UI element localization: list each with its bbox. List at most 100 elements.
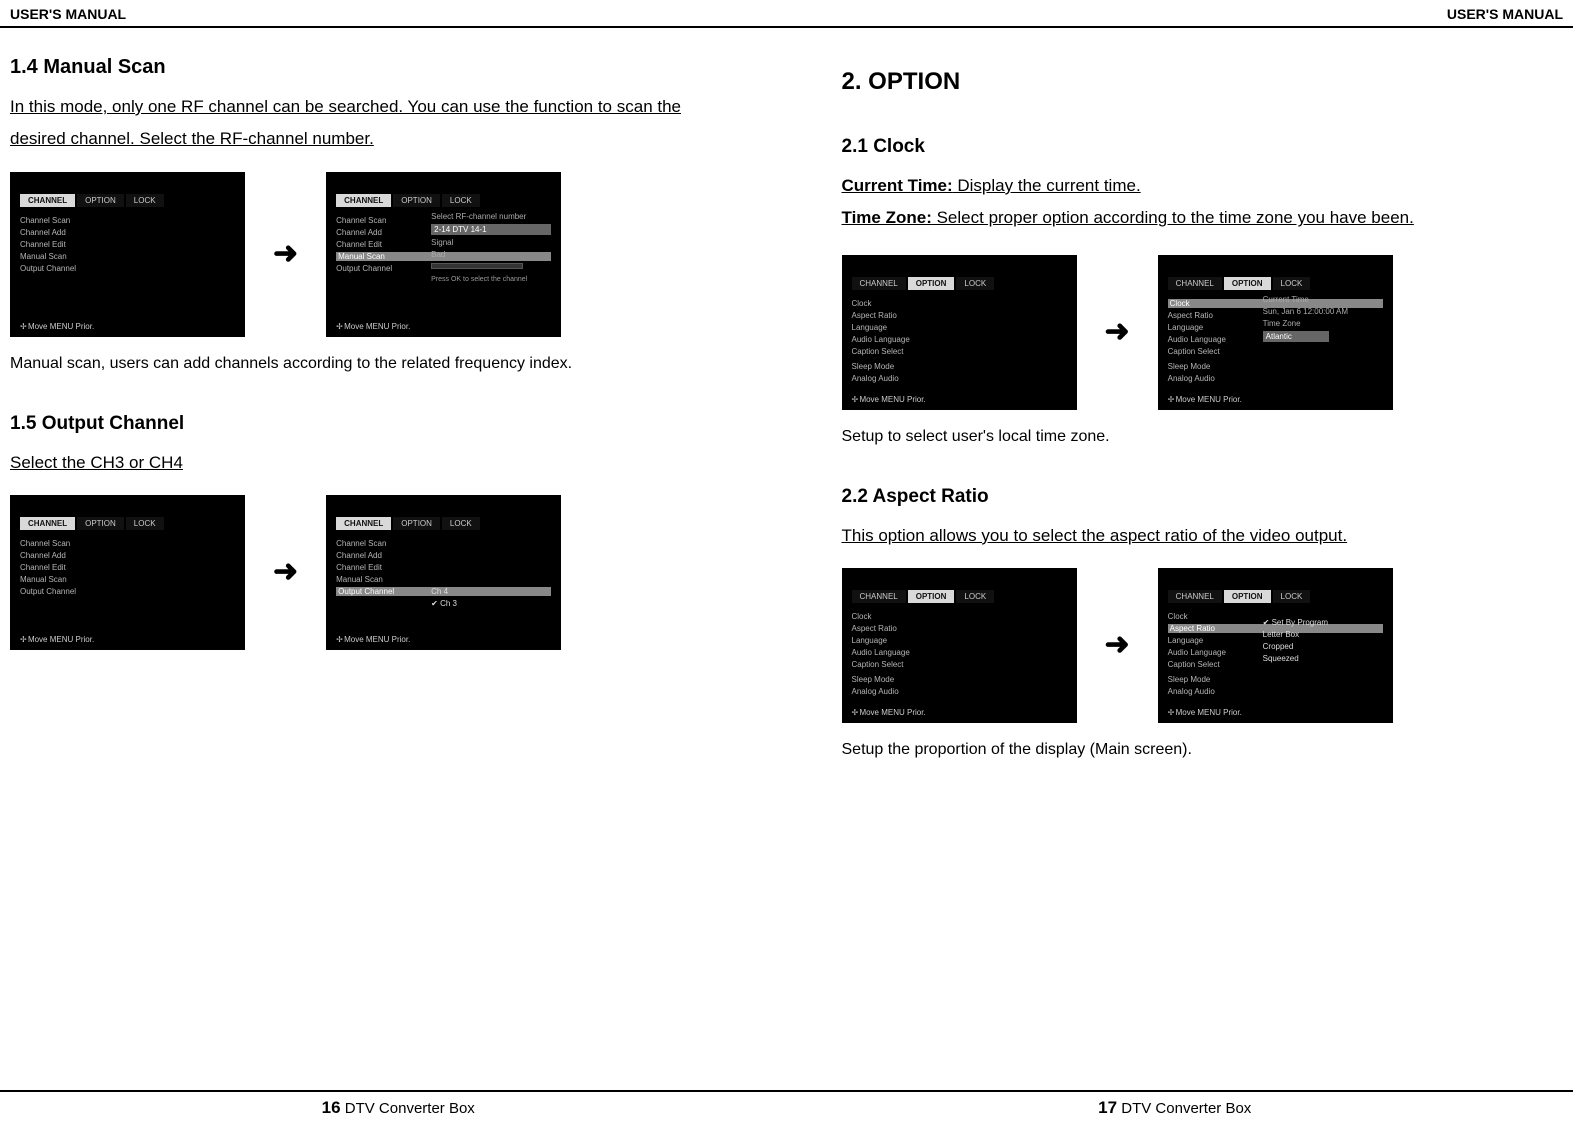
menu-item: Analog Audio <box>852 374 1067 383</box>
menu-item: Channel Edit <box>20 240 235 249</box>
heading-1-5: 1.5 Output Channel <box>10 413 732 435</box>
tab-channel: CHANNEL <box>20 194 75 207</box>
osd-body: Clock Aspect Ratio Language Audio Langua… <box>1168 608 1383 701</box>
menu-item: Channel Edit <box>336 563 551 572</box>
left-column: 1.4 Manual Scan In this mode, only one R… <box>10 38 732 769</box>
subpanel-hint: Press OK to select the channel <box>431 276 551 284</box>
arrow-right-icon: ➜ <box>1105 317 1130 347</box>
menu-item: Output Channel <box>20 264 235 273</box>
def-text: Select proper option according to the ti… <box>932 208 1414 227</box>
osd-body: Channel Scan Channel Add Channel Edit Ma… <box>336 535 551 628</box>
option-set-by-program: ✔ Set By Program <box>1263 618 1383 627</box>
tab-option: OPTION <box>77 517 124 530</box>
osd-footer: ✢ Move MENU Prior. <box>336 635 410 644</box>
def-text: Display the current time. <box>953 176 1141 195</box>
tab-option: OPTION <box>77 194 124 207</box>
nav-arrows-icon: ✢ <box>336 635 342 644</box>
row-tz-label: Time Zone <box>1263 319 1383 328</box>
option-letterbox: Letter Box <box>1263 630 1383 639</box>
menu-item: Audio Language <box>852 335 1067 344</box>
menu-item: Clock <box>852 612 1067 621</box>
signal-bad: Bad <box>431 250 551 259</box>
page-footer: 16 DTV Converter Box 17 DTV Converter Bo… <box>0 1090 1573 1118</box>
arrow-right-icon: ➜ <box>1105 630 1130 660</box>
tab-option: OPTION <box>1224 590 1271 603</box>
osd-tabs: CHANNEL OPTION LOCK <box>852 590 995 603</box>
date-label: Sun, Jan 6 <box>1263 307 1301 316</box>
option-ch3: ✔ Ch 3 <box>431 599 551 608</box>
osd-tabs: CHANNEL OPTION LOCK <box>336 517 480 530</box>
screenshot-clock-b: CHANNEL OPTION LOCK Clock Aspect Ratio L… <box>1158 255 1393 410</box>
osd-body: Channel Scan Channel Add Channel Edit Ma… <box>20 535 235 628</box>
tab-channel: CHANNEL <box>1168 590 1222 603</box>
heading-2-1: 2.1 Clock <box>842 136 1564 158</box>
menu-item: Sleep Mode <box>852 675 1067 684</box>
osd-footer-text: Move MENU Prior. <box>344 322 410 331</box>
osd-menu: Clock Aspect Ratio Language Audio Langua… <box>852 608 1067 696</box>
menu-item: Channel Add <box>336 551 551 560</box>
page-header: USER'S MANUAL USER'S MANUAL <box>0 0 1573 28</box>
figure-row-1-4: CHANNEL OPTION LOCK Channel Scan Channel… <box>10 172 732 337</box>
time-label: 12:00:00 AM <box>1303 307 1348 316</box>
nav-arrows-icon: ✢ <box>852 395 858 404</box>
nav-arrows-icon: ✢ <box>1168 395 1174 404</box>
figure-row-1-5: CHANNEL OPTION LOCK Channel Scan Channel… <box>10 495 732 650</box>
row-current-time: Current Time <box>1263 295 1383 304</box>
menu-item: Channel Scan <box>20 539 235 548</box>
tab-channel: CHANNEL <box>336 517 391 530</box>
tab-lock: LOCK <box>442 194 480 207</box>
menu-item: Analog Audio <box>1168 687 1383 696</box>
nav-arrows-icon: ✢ <box>20 322 26 331</box>
osd-subpanel: Current Time Sun, Jan 6 12:00:00 AM Time… <box>1263 295 1383 342</box>
menu-item: Manual Scan <box>336 575 551 584</box>
tab-lock: LOCK <box>442 517 480 530</box>
def-time-zone: Time Zone: Select proper option accordin… <box>842 202 1564 234</box>
menu-item: Manual Scan <box>20 575 235 584</box>
osd-menu: Clock Aspect Ratio Language Audio Langua… <box>852 295 1067 383</box>
osd-tabs: CHANNEL OPTION LOCK <box>20 517 164 530</box>
figure-row-2-2: CHANNEL OPTION LOCK Clock Aspect Ratio L… <box>842 568 1564 723</box>
tab-lock: LOCK <box>956 277 994 290</box>
tab-option: OPTION <box>908 277 955 290</box>
menu-item: Language <box>852 323 1067 332</box>
osd-footer: ✢ Move MENU Prior. <box>20 635 94 644</box>
nav-arrows-icon: ✢ <box>1168 708 1174 717</box>
osd-body: Clock Aspect Ratio Language Audio Langua… <box>1168 295 1383 388</box>
menu-item: Sleep Mode <box>852 362 1067 371</box>
menu-item: Caption Select <box>852 347 1067 356</box>
right-column: 2. OPTION 2.1 Clock Current Time: Displa… <box>842 38 1564 769</box>
term-current-time: Current Time: <box>842 176 953 195</box>
osd-tabs: CHANNEL OPTION LOCK <box>336 194 480 207</box>
option-ch4: Ch 4 <box>431 587 551 596</box>
menu-item: Channel Scan <box>20 216 235 225</box>
term-time-zone: Time Zone: <box>842 208 932 227</box>
tab-lock: LOCK <box>126 517 164 530</box>
osd-footer-text: Move MENU Prior. <box>1176 395 1242 404</box>
osd-body: Clock Aspect Ratio Language Audio Langua… <box>852 608 1067 701</box>
signal-bar <box>431 263 523 269</box>
intro-1-5: Select the CH3 or CH4 <box>10 447 732 479</box>
tab-option: OPTION <box>1224 277 1271 290</box>
caption-2-2: Setup the proportion of the display (Mai… <box>842 741 1564 759</box>
tab-lock: LOCK <box>1273 590 1311 603</box>
menu-item: Output Channel <box>20 587 235 596</box>
menu-item: Sleep Mode <box>1168 362 1383 371</box>
arrow-right-icon: ➜ <box>273 239 298 269</box>
nav-arrows-icon: ✢ <box>336 322 342 331</box>
heading-2-option: 2. OPTION <box>842 68 1564 96</box>
osd-menu: Channel Scan Channel Add Channel Edit Ma… <box>20 212 235 273</box>
arrow-right-icon: ➜ <box>273 557 298 587</box>
tab-channel: CHANNEL <box>1168 277 1222 290</box>
osd-body: Channel Scan Channel Add Channel Edit Ma… <box>336 212 551 315</box>
nav-arrows-icon: ✢ <box>20 635 26 644</box>
header-left: USER'S MANUAL <box>10 6 126 22</box>
osd-subpanel: Ch 4 ✔ Ch 3 <box>431 587 551 608</box>
osd-footer: ✢ Move MENU Prior. <box>1168 395 1242 404</box>
tab-option: OPTION <box>908 590 955 603</box>
manual-spread: USER'S MANUAL USER'S MANUAL 1.4 Manual S… <box>0 0 1573 1122</box>
subpanel-label: Select RF-channel number <box>431 212 551 221</box>
osd-footer-text: Move MENU Prior. <box>28 635 94 644</box>
osd-footer: ✢ Move MENU Prior. <box>1168 708 1242 717</box>
option-cropped: Cropped <box>1263 642 1383 651</box>
osd-footer: ✢ Move MENU Prior. <box>852 395 926 404</box>
